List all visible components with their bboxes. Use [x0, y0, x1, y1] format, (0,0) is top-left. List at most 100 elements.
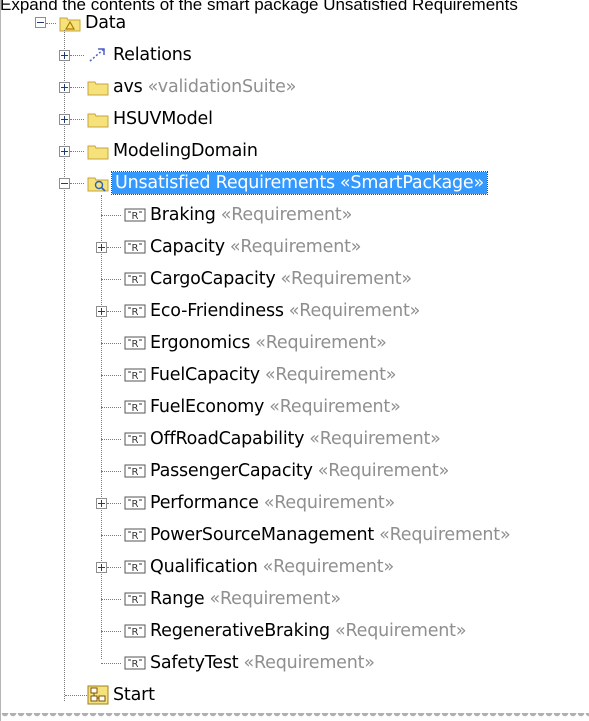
tree-node-stereotype: «Requirement»	[209, 589, 341, 609]
expand-toggle-performance[interactable]	[96, 498, 107, 509]
tree-node-label: SafetyTest	[150, 653, 239, 673]
svg-text:R: R	[132, 595, 139, 606]
horizontal-scrollbar[interactable]	[1, 713, 589, 721]
tree-node-stereotype: «Requirement»	[243, 653, 375, 673]
requirement-icon: R	[124, 205, 146, 225]
svg-text:R: R	[132, 627, 139, 638]
tree-node-stereotype: «Requirement»	[379, 525, 511, 545]
root-collapse-toggle[interactable]	[35, 17, 46, 28]
svg-text:R: R	[132, 275, 139, 286]
tree-node-stereotype: «Requirement»	[229, 237, 362, 257]
tree-node-text: Braking «Requirement»	[150, 205, 352, 225]
tree-node-label: avs	[113, 77, 143, 97]
tree-node-label: Capacity	[150, 237, 225, 257]
tree-node-stereotype: «validationSuite»	[147, 77, 297, 97]
tree-node-eco-friendiness[interactable]: R Eco-Friendiness «Requirement»	[124, 297, 420, 325]
tree-node-text: PassengerCapacity «Requirement»	[150, 461, 449, 481]
tree-node-text: ModelingDomain	[113, 141, 258, 161]
folder-icon	[87, 141, 109, 161]
svg-text:R: R	[132, 435, 139, 446]
tree-node-label: CargoCapacity	[150, 269, 276, 289]
tree-node-start[interactable]: Start	[87, 681, 155, 709]
tree-node-passengercapacity[interactable]: R PassengerCapacity «Requirement»	[124, 457, 449, 485]
package-icon	[59, 13, 81, 33]
tree-node-text: Range «Requirement»	[150, 589, 341, 609]
tree-node-label: OffRoadCapability	[150, 429, 305, 449]
tree-node-qualification[interactable]: R Qualification «Requirement»	[124, 553, 394, 581]
tree-node-regenerativebraking[interactable]: R RegenerativeBraking «Requirement»	[124, 617, 467, 645]
requirement-icon: R	[124, 397, 146, 417]
requirement-icon: R	[124, 493, 146, 513]
tree-node-safetytest[interactable]: R SafetyTest «Requirement»	[124, 649, 375, 677]
expand-toggle-capacity[interactable]	[96, 242, 107, 253]
tree-node-text: avs «validationSuite»	[113, 77, 296, 97]
svg-text:R: R	[132, 531, 139, 542]
requirement-icon: R	[124, 621, 146, 641]
requirement-icon: R	[124, 365, 146, 385]
tree-node-text: Capacity «Requirement»	[150, 237, 361, 257]
tree-node-label: HSUVModel	[113, 109, 213, 129]
svg-text:R: R	[132, 371, 139, 382]
requirement-icon: R	[124, 333, 146, 353]
tree-node-label: PassengerCapacity	[150, 461, 313, 481]
tree-node-capacity[interactable]: R Capacity «Requirement»	[124, 233, 361, 261]
requirement-icon: R	[124, 461, 146, 481]
tree-node-fuelcapacity[interactable]: R FuelCapacity «Requirement»	[124, 361, 396, 389]
tree-node-text: HSUVModel	[113, 109, 213, 129]
tree-node-range[interactable]: R Range «Requirement»	[124, 585, 341, 613]
requirement-icon: R	[124, 269, 146, 289]
smart-package-icon	[87, 173, 109, 193]
folder-icon	[87, 109, 109, 129]
tree-node-label: Braking	[150, 205, 216, 225]
tree-node-text: Unsatisfied Requirements «SmartPackage»	[111, 171, 488, 195]
tree-node-text: CargoCapacity «Requirement»	[150, 269, 412, 289]
tree-node-text: FuelCapacity «Requirement»	[150, 365, 396, 385]
svg-text:R: R	[132, 211, 139, 222]
tree-node-fueleconomy[interactable]: R FuelEconomy «Requirement»	[124, 393, 401, 421]
tree-node-performance[interactable]: R Performance «Requirement»	[124, 489, 395, 517]
tree-node-hsuvmodel[interactable]: HSUVModel	[87, 105, 213, 133]
svg-text:R: R	[132, 659, 139, 670]
tree-node-relations[interactable]: Relations	[87, 41, 192, 69]
relations-icon	[87, 45, 109, 65]
tree-node-text: Qualification «Requirement»	[150, 557, 394, 577]
tree-node-stereotype: «Requirement»	[220, 205, 353, 225]
tree-node-offroadcapability[interactable]: R OffRoadCapability «Requirement»	[124, 425, 441, 453]
containment-tree[interactable]: Data Relations avs «validationSuite» HSUVMo…	[0, 0, 589, 721]
tree-node-label: Ergonomics	[150, 333, 251, 353]
svg-text:R: R	[132, 467, 139, 478]
tree-node-powersourcemanagement[interactable]: R PowerSourceManagement «Requirement»	[124, 521, 511, 549]
tree-node-stereotype: «Requirement»	[334, 621, 467, 641]
expand-toggle-avs[interactable]	[59, 82, 70, 93]
tree-node-braking[interactable]: R Braking «Requirement»	[124, 201, 352, 229]
expand-toggle-relations[interactable]	[59, 50, 70, 61]
expand-toggle-qualification[interactable]	[96, 562, 107, 573]
tree-node-label: RegenerativeBraking	[150, 621, 330, 641]
tree-node-stereotype: «Requirement»	[317, 461, 450, 481]
tree-node-unsatisfied-requirements[interactable]: Unsatisfied Requirements «SmartPackage»	[87, 169, 488, 197]
tree-node-stereotype: «Requirement»	[264, 365, 397, 385]
expand-toggle-hsuvmodel[interactable]	[59, 114, 70, 125]
tree-node-label: Relations	[113, 45, 192, 65]
tree-node-cargocapacity[interactable]: R CargoCapacity «Requirement»	[124, 265, 412, 293]
tree-node-ergonomics[interactable]: R Ergonomics «Requirement»	[124, 329, 387, 357]
folder-icon	[87, 77, 109, 97]
tree-node-text: FuelEconomy «Requirement»	[150, 397, 401, 417]
tree-node-label: Start	[113, 685, 155, 705]
tree-node-modelingdomain[interactable]: ModelingDomain	[87, 137, 258, 165]
tree-node-avs[interactable]: avs «validationSuite»	[87, 73, 296, 101]
tree-node-stereotype: «Requirement»	[262, 557, 395, 577]
requirement-icon: R	[124, 237, 146, 257]
tree-node-stereotype: «Requirement»	[280, 269, 413, 289]
tree-node-label: Range	[150, 589, 205, 609]
tree-node-text: OffRoadCapability «Requirement»	[150, 429, 441, 449]
collapse-toggle-unsatisfied-requirements[interactable]	[59, 178, 70, 189]
requirement-icon: R	[124, 429, 146, 449]
svg-text:R: R	[132, 563, 139, 574]
expand-toggle-eco-friendiness[interactable]	[96, 306, 107, 317]
tree-node-label: FuelEconomy	[150, 397, 265, 417]
svg-text:R: R	[132, 499, 139, 510]
expand-toggle-modelingdomain[interactable]	[59, 146, 70, 157]
tree-node-text: Performance «Requirement»	[150, 493, 395, 513]
tree-root-data[interactable]: Data	[59, 9, 126, 37]
